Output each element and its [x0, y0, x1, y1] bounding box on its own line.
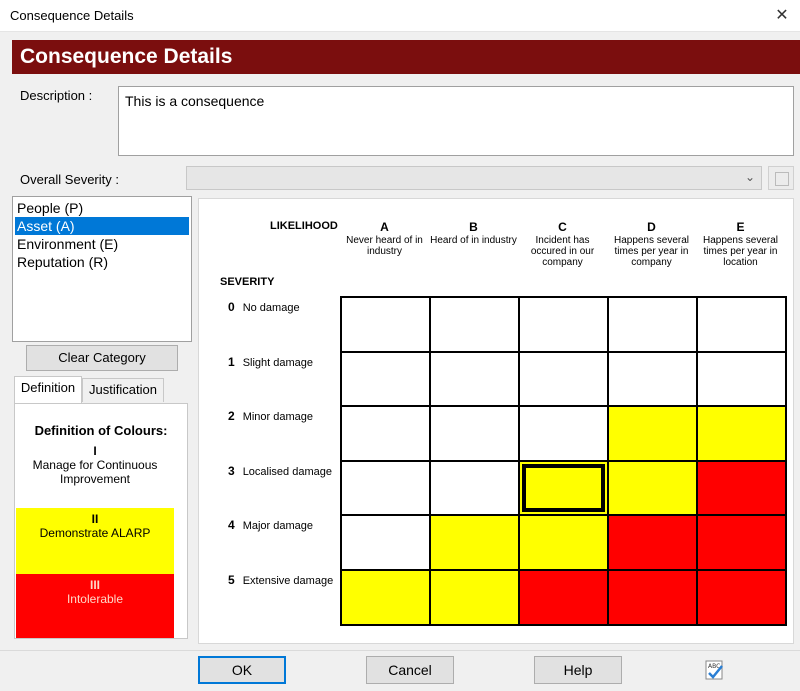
matrix-cell[interactable] — [429, 514, 520, 571]
matrix-cell[interactable] — [696, 459, 787, 517]
column-description: Incident has occured in our company — [530, 235, 595, 268]
column-description: Heard of in industry — [430, 235, 517, 246]
description-field[interactable]: This is a consequence — [118, 86, 794, 156]
matrix-cell[interactable] — [696, 569, 787, 626]
band-text: Demonstrate ALARP — [39, 526, 151, 540]
category-list[interactable]: People (P) Asset (A) Environment (E) Reputa… — [12, 196, 192, 342]
column-letter: C — [558, 220, 567, 234]
likelihood-column-header: E Happens several times per year in locat… — [696, 220, 785, 268]
matrix-cell[interactable] — [518, 514, 609, 571]
title-bar: Consequence Details ✕ — [0, 0, 800, 32]
likelihood-column-header: B Heard of in industry — [429, 220, 518, 246]
severity-label: SEVERITY — [220, 276, 275, 288]
clear-category-button[interactable]: Clear Category — [26, 345, 178, 371]
overall-severity-label: Overall Severity : — [20, 172, 119, 187]
tab-definition[interactable]: Definition — [14, 376, 82, 404]
help-button[interactable]: Help — [534, 656, 622, 684]
band-text: Manage for Continuous Improvement — [32, 458, 158, 486]
band-text: Intolerable — [66, 592, 124, 606]
colour-band-3: III Intolerable — [16, 574, 174, 638]
matrix-cell[interactable] — [518, 569, 609, 626]
ok-button[interactable]: OK — [198, 656, 286, 684]
severity-row-label: 3 Localised damage — [228, 464, 332, 478]
likelihood-column-header: C Incident has occured in our company — [518, 220, 607, 268]
matrix-cell[interactable] — [340, 350, 431, 408]
matrix-cell[interactable] — [429, 296, 520, 353]
severity-row-label: 0 No damage — [228, 300, 300, 314]
matrix-cell[interactable] — [696, 350, 787, 408]
matrix-cell[interactable] — [696, 296, 787, 353]
severity-number: 4 — [228, 518, 235, 533]
divider — [0, 650, 800, 651]
matrix-cell[interactable] — [518, 405, 609, 462]
category-item[interactable]: People (P) — [15, 199, 189, 217]
severity-description: No damage — [242, 302, 300, 314]
matrix-cell[interactable] — [429, 459, 520, 517]
category-item[interactable]: Environment (E) — [15, 235, 189, 253]
matrix-cell[interactable] — [518, 350, 609, 408]
column-letter: B — [469, 220, 478, 234]
page-title: Consequence Details — [12, 40, 800, 74]
selected-cell-outline — [522, 463, 605, 513]
severity-number: 0 — [228, 300, 235, 314]
column-description: Happens several times per year in locati… — [702, 235, 779, 268]
close-icon[interactable]: ✕ — [770, 4, 794, 28]
description-label: Description : — [20, 88, 93, 103]
severity-description: Slight damage — [242, 356, 314, 369]
likelihood-column-header: A Never heard of in industry — [340, 220, 429, 257]
matrix-cell[interactable] — [696, 514, 787, 571]
severity-row-label: 1 Slight damage — [228, 355, 313, 369]
matrix-cell[interactable] — [429, 569, 520, 626]
matrix-cell[interactable] — [340, 459, 431, 517]
matrix-cell[interactable] — [607, 296, 698, 353]
likelihood-column-header: D Happens several times per year in compa… — [607, 220, 696, 268]
cancel-button[interactable]: Cancel — [366, 656, 454, 684]
chevron-down-icon: ⌄ — [744, 170, 755, 184]
severity-description: Major damage — [242, 520, 314, 533]
severity-number: 5 — [228, 573, 235, 587]
likelihood-label: LIKELIHOOD — [270, 220, 338, 232]
window-title: Consequence Details — [10, 8, 134, 23]
column-description: Never heard of in industry — [346, 235, 423, 257]
severity-number: 1 — [228, 354, 235, 369]
category-item[interactable]: Asset (A) — [15, 217, 189, 235]
colour-band-1: I Manage for Continuous Improvement — [16, 440, 174, 508]
tab-justification[interactable]: Justification — [82, 378, 164, 402]
severity-row-label: 4 Major damage — [228, 518, 313, 532]
band-number: II — [91, 512, 99, 526]
severity-description: Localised damage — [242, 465, 332, 478]
severity-number: 3 — [228, 463, 235, 478]
category-item[interactable]: Reputation (R) — [15, 253, 189, 271]
severity-row-label: 2 Minor damage — [228, 409, 313, 423]
spellcheck-icon[interactable]: ABC — [704, 660, 726, 682]
matrix-cell[interactable] — [340, 569, 431, 626]
matrix-cell[interactable] — [340, 405, 431, 462]
severity-description: Minor damage — [242, 411, 314, 424]
matrix-cell[interactable] — [607, 405, 698, 462]
column-description: Happens several times per year in compan… — [613, 235, 690, 268]
severity-picker-button[interactable] — [768, 166, 794, 190]
matrix-cell[interactable] — [607, 569, 698, 626]
column-letter: A — [380, 220, 389, 234]
severity-description: Extensive damage — [242, 575, 334, 587]
matrix-cell[interactable] — [696, 405, 787, 462]
matrix-cell[interactable] — [607, 459, 698, 517]
matrix-cell[interactable] — [518, 296, 609, 353]
severity-number: 2 — [228, 409, 235, 424]
matrix-cell[interactable] — [340, 514, 431, 571]
band-number: III — [89, 578, 100, 592]
severity-row-label: 5 Extensive damage — [228, 573, 333, 587]
column-letter: D — [647, 220, 656, 234]
column-letter: E — [736, 220, 745, 234]
matrix-cell[interactable] — [607, 514, 698, 571]
overall-severity-select[interactable]: ⌄ — [186, 166, 762, 190]
definition-title: Definition of Colours: — [34, 423, 168, 438]
matrix-cell[interactable] — [340, 296, 431, 353]
band-number: I — [93, 444, 97, 458]
table-icon — [775, 172, 789, 186]
colour-band-2: II Demonstrate ALARP — [16, 508, 174, 574]
matrix-cell[interactable] — [607, 350, 698, 408]
matrix-cell[interactable] — [429, 405, 520, 462]
matrix-cell[interactable] — [429, 350, 520, 408]
